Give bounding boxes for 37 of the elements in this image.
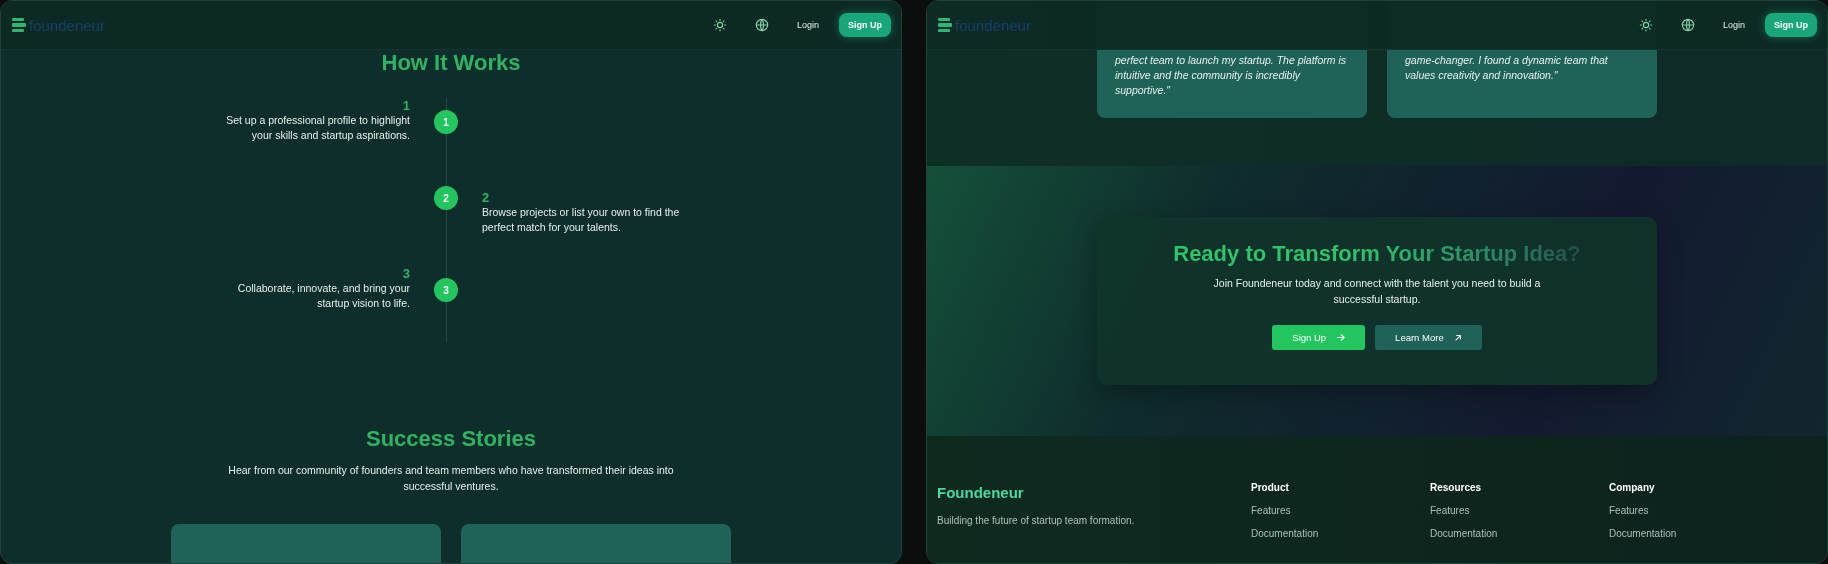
section-title: How It Works [381, 50, 521, 76]
footer-link[interactable]: Features [1430, 505, 1609, 516]
step-description: Set up a professional profile to highlight your skills and startup aspirations. [226, 114, 410, 141]
step-number: 2 [482, 190, 491, 205]
footer-tagline: Building the future of startup team formation. [937, 515, 1136, 526]
section-title: Success Stories [366, 426, 536, 452]
step-circle: 2 [434, 186, 458, 210]
login-button[interactable]: Login [788, 16, 827, 34]
footer-link[interactable]: Documentation [1430, 528, 1609, 539]
footer-link[interactable]: Features [1609, 505, 1788, 516]
step-description: Browse projects or list your own to find the perfect match for your talents. [482, 206, 680, 233]
sun-icon[interactable] [712, 18, 727, 32]
step-number: 1 [401, 98, 410, 113]
cta-text: Join Foundeneur today and connect with the talent you need to build a successful startup. [1212, 276, 1542, 307]
footer-heading: Company [1609, 482, 1656, 493]
step-circle: 3 [434, 278, 458, 302]
footer-heading: Product [1251, 482, 1290, 493]
globe-icon[interactable] [1680, 18, 1695, 32]
login-button[interactable]: Login [1714, 16, 1753, 34]
step-description: Collaborate, innovate, and bring your startup vision to life. [237, 282, 410, 309]
section-subtitle: Hear from our community of founders and team members who have transformed their ideas into successful ventures. [227, 463, 675, 494]
testimonial-quote: game-changer. I found a dynamic team that values creativity and innovation." [1405, 54, 1608, 81]
footer-link[interactable]: Documentation [1251, 528, 1430, 539]
logo-icon[interactable] [937, 17, 953, 33]
testimonial-quote: perfect team to launch my startup. The platform is intuitive and the community is incredibly supportive." [1115, 54, 1347, 96]
globe-icon[interactable] [754, 18, 769, 32]
footer-link[interactable]: Features [1251, 505, 1430, 516]
learn-more-button[interactable]: Learn More [1375, 325, 1482, 350]
arrow-up-right-icon [1453, 333, 1462, 342]
footer-link[interactable]: Documentation [1609, 528, 1788, 539]
footer-heading: Resources [1430, 482, 1483, 493]
logo-icon[interactable] [11, 17, 27, 33]
sun-icon[interactable] [1638, 18, 1653, 32]
arrow-right-icon [1336, 333, 1346, 342]
step-circle: 1 [434, 110, 458, 134]
footer-brand: Foundeneur [937, 484, 1025, 501]
step-number: 3 [401, 266, 410, 281]
